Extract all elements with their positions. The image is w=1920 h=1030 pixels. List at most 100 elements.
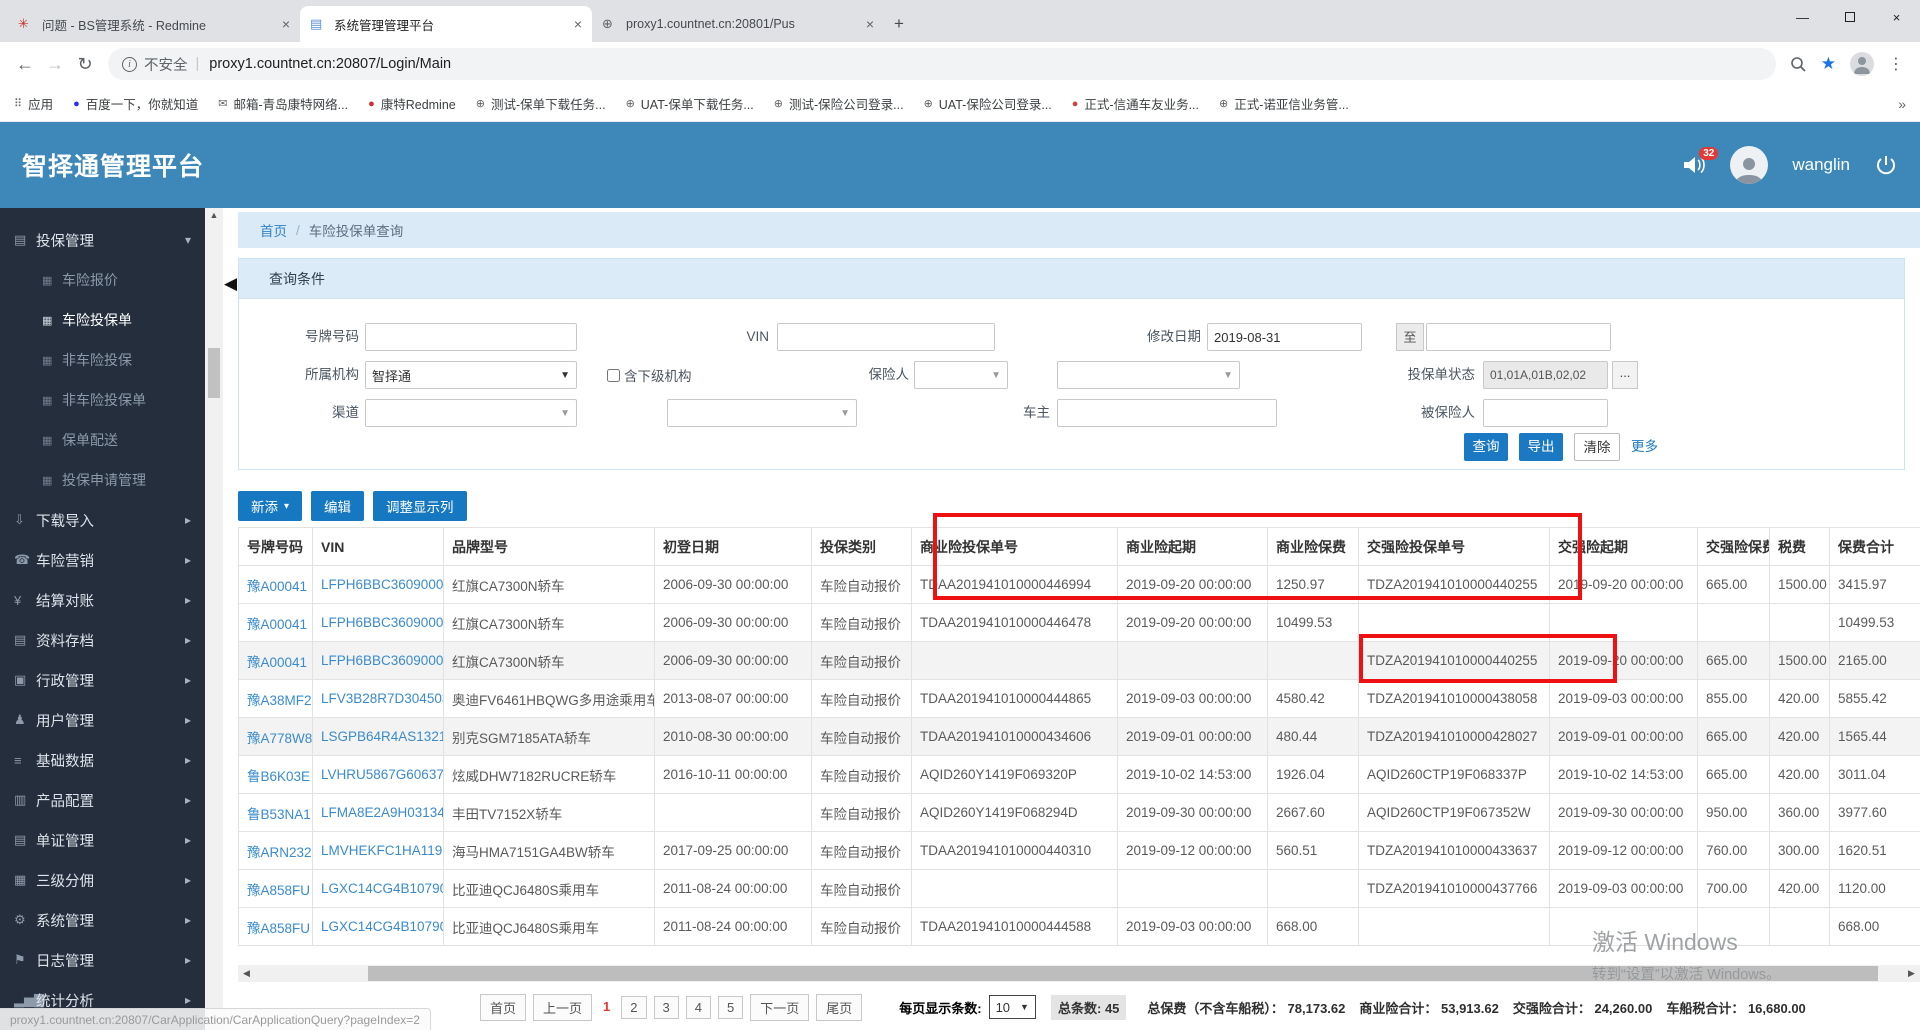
browser-tab[interactable]: ✳ 问题 - BS管理系统 - Redmine × bbox=[8, 6, 300, 42]
forward-button[interactable]: → bbox=[40, 54, 70, 75]
page-button-2[interactable]: 2 bbox=[621, 995, 647, 1019]
sidebar-group-日志管理[interactable]: ⚑ 日志管理 ▸ bbox=[0, 940, 205, 980]
sidebar-group-用户管理[interactable]: ♟ 用户管理 ▸ bbox=[0, 700, 205, 740]
modify-date-from-input[interactable] bbox=[1207, 323, 1362, 351]
per-page-select[interactable]: 10 ▼ bbox=[988, 995, 1036, 1019]
plate-link[interactable]: 豫A858FU bbox=[247, 883, 310, 898]
reload-button[interactable]: ↻ bbox=[70, 54, 100, 75]
sidebar-item-非车险投保单[interactable]: ▦ 非车险投保单 bbox=[0, 380, 205, 420]
sidebar-item-非车险投保[interactable]: ▦ 非车险投保 bbox=[0, 340, 205, 380]
page-button-3[interactable]: 3 bbox=[653, 995, 679, 1019]
plate-input[interactable] bbox=[365, 323, 577, 351]
sidebar-group-行政管理[interactable]: ▣ 行政管理 ▸ bbox=[0, 660, 205, 700]
plate-link[interactable]: 豫ARN232 bbox=[247, 845, 312, 860]
tab-close-icon[interactable]: × bbox=[282, 16, 290, 32]
horizontal-scrollbar[interactable]: ◀ ▶ bbox=[238, 965, 1920, 982]
plate-link[interactable]: 豫A38MF2 bbox=[247, 693, 312, 708]
first-page-button[interactable]: 首页 bbox=[480, 993, 527, 1021]
address-bar[interactable]: i 不安全 | proxy1.countnet.cn:20807/Login/M… bbox=[108, 48, 1776, 80]
bookmark-item[interactable]: ⊕ UAT-保险公司登录... bbox=[924, 94, 1052, 113]
bookmark-item[interactable]: ● 正式-信通车友业务... bbox=[1072, 94, 1199, 113]
minimize-button[interactable]: — bbox=[1779, 0, 1826, 34]
plate-link[interactable]: 豫A00041 bbox=[247, 617, 307, 632]
insurer-select-1[interactable]: ▼ bbox=[914, 361, 1008, 389]
adjust-columns-button[interactable]: 调整显示列 bbox=[373, 491, 467, 521]
plate-link[interactable]: 豫A858FU bbox=[247, 921, 310, 936]
browser-tab[interactable]: ▤ 系统管理管理平台 × bbox=[300, 6, 592, 42]
vin-link[interactable]: LSGPB64R4AS132158 bbox=[321, 729, 443, 744]
new-tab-button[interactable]: + bbox=[894, 14, 904, 34]
back-button[interactable]: ← bbox=[10, 54, 40, 75]
menu-dots-icon[interactable]: ⋮ bbox=[1888, 54, 1904, 74]
next-page-button[interactable]: 下一页 bbox=[750, 993, 810, 1021]
channel-select-2[interactable]: ▼ bbox=[667, 399, 857, 427]
vin-link[interactable]: LFPH6BBC360900095 bbox=[321, 577, 443, 592]
bookmark-item[interactable]: ● 百度一下，你就知道 bbox=[73, 94, 198, 113]
prev-page-button[interactable]: 上一页 bbox=[533, 993, 593, 1021]
browser-tab[interactable]: ⊕ proxy1.countnet.cn:20801/Pus × bbox=[592, 6, 884, 42]
sidebar-group-下载导入[interactable]: ⇩ 下载导入 ▸ bbox=[0, 500, 205, 540]
sidebar-group-单证管理[interactable]: ▤ 单证管理 ▸ bbox=[0, 820, 205, 860]
plate-link[interactable]: 鲁B6K03E bbox=[247, 769, 310, 784]
zoom-icon[interactable] bbox=[1790, 56, 1807, 73]
sidebar-scrollbar[interactable]: ▲ bbox=[205, 208, 223, 1030]
plate-link[interactable]: 鲁B53NA1 bbox=[247, 807, 311, 822]
scroll-right-icon[interactable]: ▶ bbox=[1903, 965, 1920, 982]
scrollbar-thumb[interactable] bbox=[208, 348, 220, 398]
notification-speaker[interactable]: 32 bbox=[1682, 147, 1719, 176]
org-select[interactable]: 智择通 ▼ bbox=[365, 361, 577, 389]
sidebar-group-三级分佣[interactable]: ▦ 三级分佣 ▸ bbox=[0, 860, 205, 900]
sidebar-group-基础数据[interactable]: ≡ 基础数据 ▸ bbox=[0, 740, 205, 780]
edit-button[interactable]: 编辑 bbox=[311, 491, 365, 521]
sidebar-group-结算对账[interactable]: ¥ 结算对账 ▸ bbox=[0, 580, 205, 620]
include-sub-checkbox[interactable] bbox=[607, 368, 620, 382]
bookmark-item[interactable]: ⊕ UAT-保单下载任务... bbox=[626, 94, 754, 113]
clear-button[interactable]: 清除 bbox=[1574, 433, 1620, 461]
modify-date-to-input[interactable] bbox=[1426, 323, 1611, 351]
vin-link[interactable]: LFPH6BBC360900095 bbox=[321, 653, 443, 668]
plate-link[interactable]: 豫A778W8 bbox=[247, 731, 312, 746]
vin-link[interactable]: LFV3B28R7D3045035 bbox=[321, 691, 443, 706]
channel-select-1[interactable]: ▼ bbox=[365, 399, 577, 427]
page-button-5[interactable]: 5 bbox=[717, 995, 744, 1019]
logout-button[interactable] bbox=[1874, 153, 1898, 177]
tab-close-icon[interactable]: × bbox=[574, 16, 582, 32]
sidebar-group-资料存档[interactable]: ▤ 资料存档 ▸ bbox=[0, 620, 205, 660]
maximize-button[interactable] bbox=[1826, 0, 1873, 34]
vin-link[interactable]: LFMA8E2A9H0313427 bbox=[321, 805, 443, 820]
vin-link[interactable]: LVHRU5867G6063789 bbox=[321, 767, 443, 782]
info-icon[interactable]: i bbox=[122, 56, 137, 72]
bookmarks-overflow-icon[interactable]: » bbox=[1898, 96, 1906, 112]
add-button[interactable]: 新添 ▾ bbox=[238, 491, 303, 521]
status-input[interactable]: 01,01A,01B,02,02 bbox=[1483, 361, 1608, 389]
sidebar-group-系统管理[interactable]: ⚙ 系统管理 ▸ bbox=[0, 900, 205, 940]
horizontal-scrollbar-thumb[interactable] bbox=[368, 966, 1878, 981]
vin-link[interactable]: LMVHEKFC1HA119878 bbox=[321, 843, 443, 858]
sidebar-item-投保申请管理[interactable]: ▦ 投保申请管理 bbox=[0, 460, 205, 500]
sidebar-group-产品配置[interactable]: ▥ 产品配置 ▸ bbox=[0, 780, 205, 820]
close-button[interactable]: × bbox=[1873, 0, 1920, 34]
vin-link[interactable]: LFPH6BBC360900095 bbox=[321, 615, 443, 630]
bookmark-item[interactable]: ● 康特Redmine bbox=[368, 94, 456, 113]
bookmark-item[interactable]: ⊕ 测试-保险公司登录... bbox=[774, 94, 904, 113]
user-avatar[interactable] bbox=[1730, 146, 1769, 184]
scroll-up-icon[interactable]: ▲ bbox=[205, 210, 223, 220]
browser-profile-avatar[interactable] bbox=[1850, 52, 1874, 76]
tab-close-icon[interactable]: × bbox=[866, 16, 874, 32]
vin-input[interactable] bbox=[777, 323, 995, 351]
insurer-select-2[interactable]: ▼ bbox=[1057, 361, 1240, 389]
sidebar-collapse-icon[interactable]: ◀ bbox=[224, 274, 237, 294]
page-button-1[interactable]: 1 bbox=[599, 996, 614, 1019]
bookmark-item[interactable]: ⊕ 正式-诺亚信业务管... bbox=[1219, 94, 1349, 113]
breadcrumb-home-link[interactable]: 首页 bbox=[260, 220, 287, 240]
search-button[interactable]: 查询 bbox=[1464, 433, 1508, 461]
sidebar-group-投保管理[interactable]: ▤ 投保管理 ▾ bbox=[0, 220, 205, 260]
sidebar-item-车险报价[interactable]: ▦ 车险报价 bbox=[0, 260, 205, 300]
plate-link[interactable]: 豫A00041 bbox=[247, 655, 307, 670]
vin-link[interactable]: LGXC14CG4B1079022 bbox=[321, 881, 443, 896]
bookmark-item[interactable]: ⠿ 应用 bbox=[14, 94, 53, 113]
vin-link[interactable]: LGXC14CG4B1079022 bbox=[321, 919, 443, 934]
status-picker-button[interactable]: ... bbox=[1612, 361, 1638, 389]
more-link[interactable]: 更多 bbox=[1631, 433, 1658, 461]
sidebar-item-车险投保单[interactable]: ▦ 车险投保单 bbox=[0, 300, 205, 340]
